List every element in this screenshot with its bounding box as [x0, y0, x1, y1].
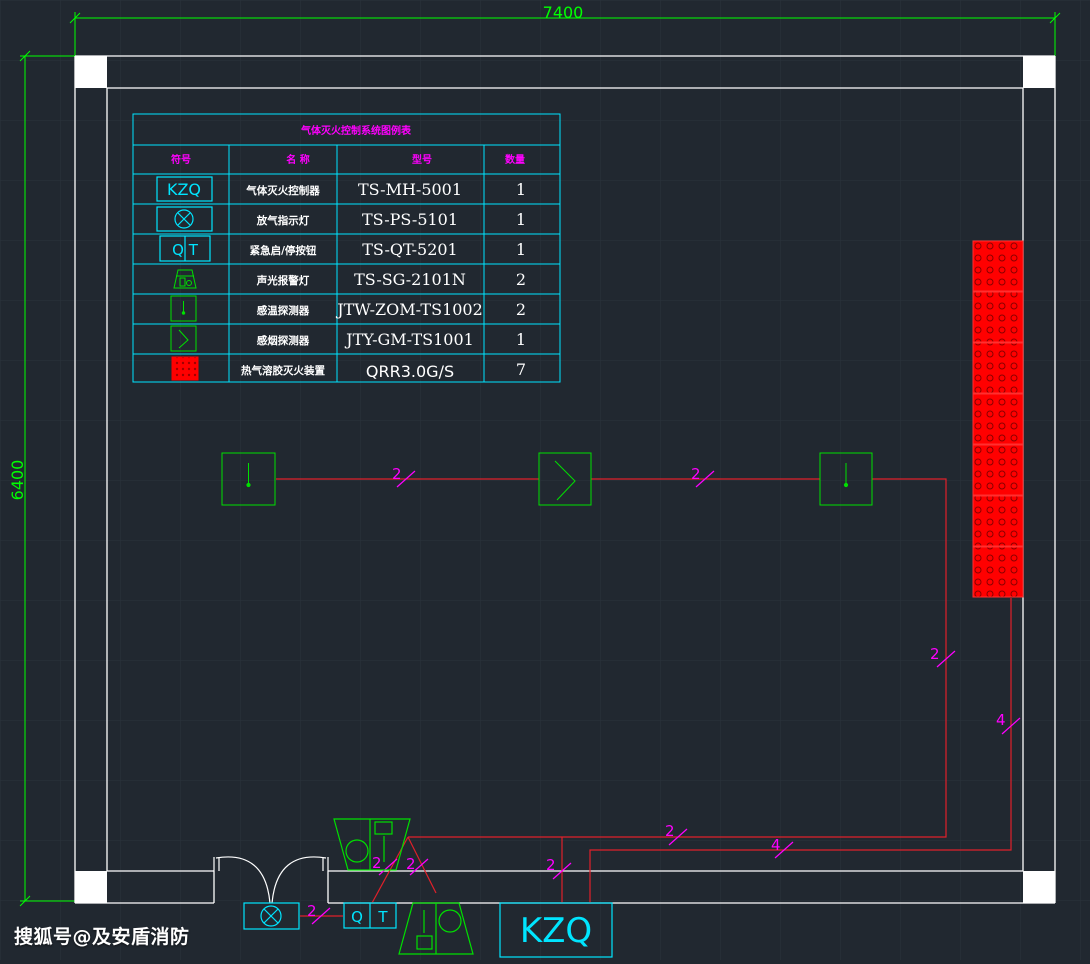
legend-row-7-qty: 7 — [516, 360, 526, 379]
gas-extinguisher-stack — [972, 240, 1024, 598]
legend-row-3-name: 紧急启/停按钮 — [250, 244, 317, 257]
legend-row-7-name: 热气溶胶灭火装置 — [241, 364, 325, 377]
gas-extinguisher-device-icon — [972, 444, 1024, 496]
legend-title: 气体灭火控制系统图例表 — [300, 124, 412, 137]
legend-header-model: 型号 — [412, 153, 432, 166]
legend-row-3-model: TS-QT-5201 — [362, 240, 457, 259]
legend-row-4-qty: 2 — [516, 270, 526, 289]
gas-extinguisher-device-icon — [972, 495, 1024, 547]
wire-label-1: 2 — [392, 465, 402, 483]
kzq-label: KZQ — [520, 911, 592, 951]
legend-row-7-model: QRR3.0G/S — [366, 362, 454, 381]
wire-label-2: 2 — [691, 465, 701, 483]
legend-row-2-name: 放气指示灯 — [256, 214, 310, 227]
legend-qt-symbol-text: Q T — [172, 241, 199, 259]
qt-q-label: Q — [351, 908, 363, 926]
legend-row-5-model: JTW-ZOM-TS1002 — [335, 300, 483, 319]
legend-header-symbol: 符号 — [171, 153, 191, 166]
legend-row-3-qty: 1 — [516, 240, 526, 259]
wire-label-3: 2 — [930, 645, 940, 663]
gas-extinguisher-device-icon — [972, 291, 1024, 343]
gas-extinguisher-device-icon — [972, 546, 1024, 598]
legend-row-1-qty: 1 — [516, 180, 526, 199]
legend-row-4-model: TS-SG-2101N — [354, 270, 466, 289]
dimension-top-label: 7400 — [543, 3, 584, 22]
legend-row-5-name: 感温探测器 — [257, 304, 310, 317]
legend-header-qty: 数量 — [505, 153, 525, 166]
legend-row-6-model: JTY-GM-TS1001 — [344, 330, 474, 349]
gas-extinguisher-device-icon — [972, 393, 1024, 445]
watermark: 搜狐号@及安盾消防 — [14, 926, 190, 948]
legend-row-5-qty: 2 — [516, 300, 526, 319]
legend-row-1-name: 气体灭火控制器 — [245, 184, 320, 197]
background-grid — [0, 0, 1090, 960]
gas-extinguisher-device-icon — [171, 356, 199, 381]
dimension-left-label: 6400 — [8, 460, 27, 501]
legend-row-2-model: TS-PS-5101 — [362, 210, 458, 229]
gas-extinguisher-device-icon — [972, 240, 1024, 292]
floor-plan-svg: 7400 6400 气体灭火控制系统图例表 符号 名 称 型号 数量 KZQ Q… — [0, 0, 1090, 960]
cad-drawing: 7400 6400 气体灭火控制系统图例表 符号 名 称 型号 数量 KZQ Q… — [0, 0, 1090, 960]
wire-label-9: 2 — [372, 854, 382, 872]
gas-extinguisher-device-icon — [972, 342, 1024, 394]
legend-header-name: 名 称 — [286, 153, 309, 166]
qt-t-label: T — [377, 908, 388, 926]
legend-kzq-symbol-text: KZQ — [167, 180, 201, 199]
legend-row-6-qty: 1 — [516, 330, 526, 349]
wire-label-8: 2 — [307, 902, 317, 920]
wire-label-5: 2 — [665, 822, 675, 840]
legend-row-2-qty: 1 — [516, 210, 526, 229]
legend-row-4-name: 声光报警灯 — [256, 274, 310, 287]
wire-label-4: 4 — [996, 711, 1006, 729]
wire-label-10: 2 — [406, 855, 416, 873]
legend-row-1-model: TS-MH-5001 — [358, 180, 462, 199]
wire-label-6: 4 — [771, 836, 781, 854]
legend-row-6-name: 感烟探测器 — [257, 334, 310, 347]
wire-label-7: 2 — [546, 856, 556, 874]
